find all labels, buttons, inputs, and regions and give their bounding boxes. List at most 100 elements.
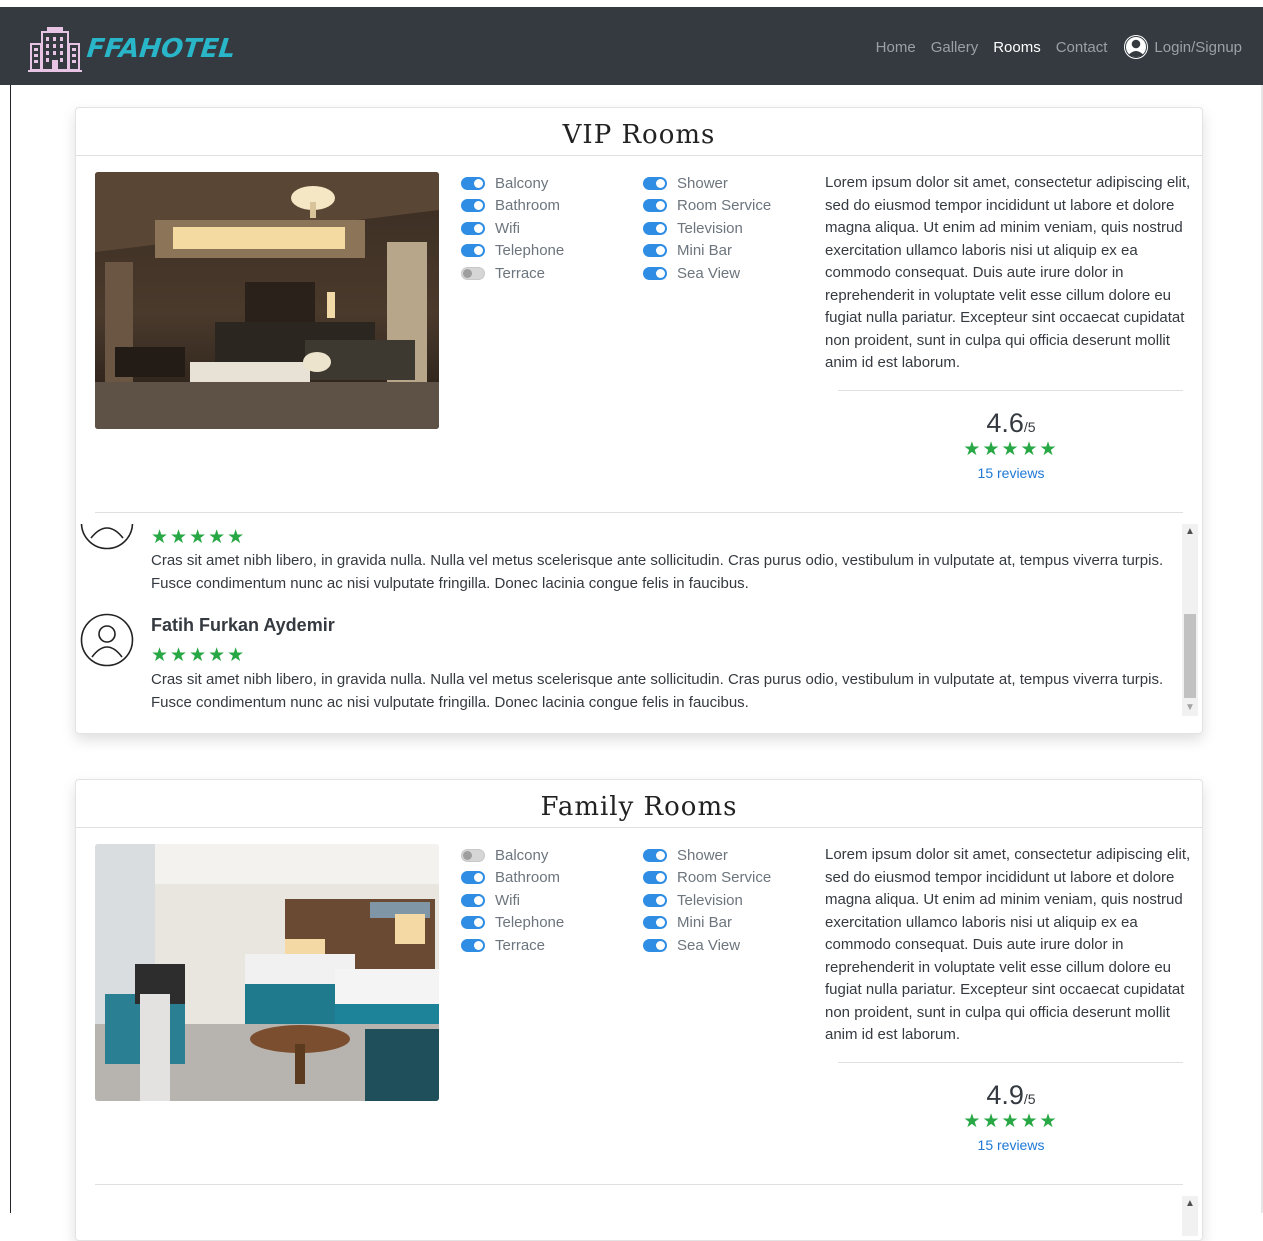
nav-link-rooms[interactable]: Rooms [993, 39, 1041, 56]
amenity-label: Sea View [677, 936, 741, 954]
room-card-vip: VIP Rooms Balcony Bathroom Wifi Telephon… [75, 107, 1203, 734]
amenity-wifi: Wifi [461, 217, 564, 240]
amenity-label: Telephone [495, 242, 565, 260]
reviews-count-link[interactable]: 15 reviews [911, 1137, 1111, 1153]
window-top-edge [0, 0, 1263, 7]
amenity-label: Telephone [495, 914, 565, 932]
room-description: Lorem ipsum dolor sit amet, consectetur … [825, 174, 1191, 371]
amenity-label: Terrace [495, 264, 546, 282]
mini-bar-toggle[interactable] [643, 244, 667, 258]
shower-toggle[interactable] [643, 848, 667, 862]
amenity-room-service: Room Service [643, 867, 771, 890]
room-card-family: Family Rooms Balcony Bathroom Wifi Telep… [75, 779, 1203, 1241]
amenity-label: Terrace [495, 936, 546, 954]
amenity-label: Room Service [677, 869, 772, 887]
scroll-up-arrow-icon[interactable]: ▲ [1182, 524, 1198, 540]
amenity-telephone: Telephone [461, 912, 564, 935]
television-toggle[interactable] [643, 221, 667, 235]
amenity-label: Sea View [677, 264, 741, 282]
room-service-toggle[interactable] [643, 871, 667, 885]
nav-link-contact[interactable]: Contact [1056, 39, 1108, 56]
reviews-list[interactable]: ★★★★★ Cras sit amet nibh libero, in grav… [76, 524, 1198, 718]
amenity-label: Television [677, 891, 743, 909]
wifi-toggle[interactable] [461, 221, 485, 235]
amenity-mini-bar: Mini Bar [643, 240, 771, 263]
amenity-label: Bathroom [495, 197, 561, 215]
rating-block: 4.9/5 ★★★★★ 15 reviews [911, 1080, 1111, 1153]
room-title: Family Rooms [76, 780, 1202, 828]
login-signup-link[interactable]: Login/Signup [1123, 34, 1242, 60]
amenity-sea-view: Sea View [643, 262, 771, 285]
sea-view-toggle[interactable] [643, 938, 667, 952]
amenity-bathroom: Bathroom [461, 195, 564, 218]
room-photo-vip [95, 172, 439, 429]
rating-block: 4.6/5 ★★★★★ 15 reviews [911, 408, 1111, 481]
rating-stars: ★★★★★ [963, 439, 1059, 460]
mini-bar-toggle[interactable] [643, 916, 667, 930]
scroll-down-arrow-icon[interactable]: ▼ [1182, 700, 1198, 716]
amenity-terrace: Terrace [461, 934, 564, 957]
room-description: Lorem ipsum dolor sit amet, consectetur … [825, 846, 1191, 1043]
hotel-building-icon [28, 27, 82, 72]
navbar: FFAHOTEL Home Gallery Rooms Contact Logi… [0, 7, 1263, 85]
review-stars: ★★★★★ [151, 645, 247, 666]
room-service-toggle[interactable] [643, 199, 667, 213]
balcony-toggle[interactable] [461, 176, 485, 190]
amenities-right-family: Shower Room Service Television Mini Bar … [643, 844, 771, 957]
amenity-balcony: Balcony [461, 172, 564, 195]
reviewer-name: Fatih Furkan Aydemir [151, 615, 335, 635]
amenity-label: Bathroom [495, 869, 561, 887]
bathroom-toggle[interactable] [461, 199, 485, 213]
divider [838, 390, 1183, 391]
amenity-wifi: Wifi [461, 889, 564, 912]
nav-links: Home Gallery Rooms Contact Login/Signup [861, 34, 1242, 60]
divider [838, 1062, 1183, 1063]
reviews-count-link[interactable]: 15 reviews [911, 465, 1111, 481]
terrace-toggle[interactable] [461, 266, 485, 280]
room-photo-family [95, 844, 439, 1101]
amenity-label: Balcony [495, 846, 549, 864]
nav-link-home[interactable]: Home [876, 39, 916, 56]
rating-score: 4.6 [986, 408, 1024, 438]
divider [95, 512, 1183, 513]
window-left-edge [0, 85, 11, 1213]
scroll-thumb[interactable] [1184, 614, 1196, 698]
rating-max: /5 [1023, 1091, 1036, 1107]
television-toggle[interactable] [643, 893, 667, 907]
telephone-toggle[interactable] [461, 916, 485, 930]
room-title: VIP Rooms [76, 108, 1202, 156]
amenity-balcony: Balcony [461, 844, 564, 867]
brand[interactable]: FFAHOTEL [27, 26, 237, 72]
amenity-bathroom: Bathroom [461, 867, 564, 890]
terrace-toggle[interactable] [461, 938, 485, 952]
nav-link-gallery[interactable]: Gallery [931, 39, 979, 56]
review-text: Cras sit amet nibh libero, in gravida nu… [151, 671, 1164, 711]
amenities-left-vip: Balcony Bathroom Wifi Telephone Terrace [461, 172, 564, 285]
bathroom-toggle[interactable] [461, 871, 485, 885]
amenity-label: Wifi [495, 219, 520, 237]
reviews-scrollbar[interactable]: ▲ ▼ [1182, 524, 1198, 716]
brand-name: FFAHOTEL [85, 34, 237, 64]
wifi-toggle[interactable] [461, 893, 485, 907]
scroll-up-arrow-icon[interactable]: ▲ [1182, 1196, 1198, 1212]
amenity-television: Television [643, 217, 771, 240]
family-room-image [95, 844, 439, 1101]
divider [95, 1184, 1183, 1185]
balcony-toggle[interactable] [461, 848, 485, 862]
amenity-label: Shower [677, 174, 728, 192]
amenities-left-family: Balcony Bathroom Wifi Telephone Terrace [461, 844, 564, 957]
amenity-sea-view: Sea View [643, 934, 771, 957]
amenity-label: Mini Bar [677, 242, 733, 260]
user-avatar-icon [80, 524, 134, 550]
shower-toggle[interactable] [643, 176, 667, 190]
reviews-scrollbar[interactable]: ▲ [1182, 1196, 1198, 1236]
amenity-telephone: Telephone [461, 240, 564, 263]
sea-view-toggle[interactable] [643, 266, 667, 280]
amenity-mini-bar: Mini Bar [643, 912, 771, 935]
amenity-label: Shower [677, 846, 728, 864]
telephone-toggle[interactable] [461, 244, 485, 258]
amenity-label: Mini Bar [677, 914, 733, 932]
vip-room-image [95, 172, 439, 429]
amenity-television: Television [643, 889, 771, 912]
amenity-shower: Shower [643, 172, 771, 195]
